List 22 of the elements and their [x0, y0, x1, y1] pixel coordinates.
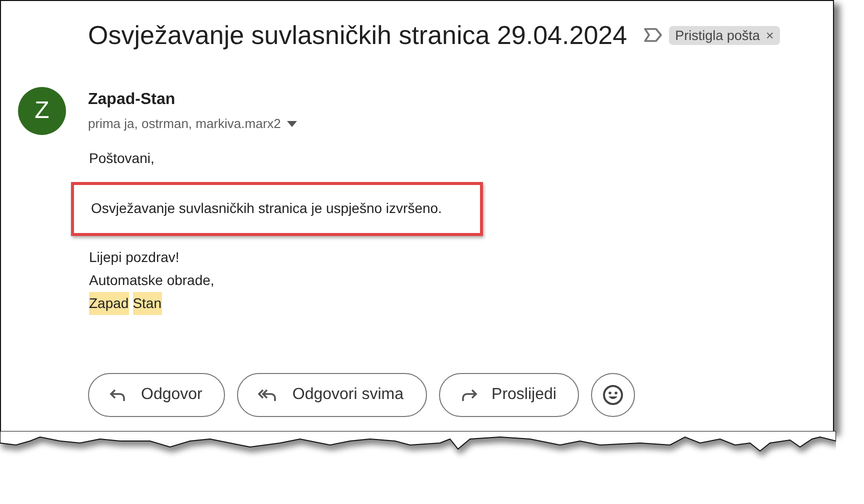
closing-text: Lijepi pozdrav! [89, 248, 180, 267]
reply-button[interactable]: Odgovor [88, 373, 226, 417]
caret-icon[interactable] [286, 120, 297, 126]
avatar: Z [18, 87, 66, 135]
body-text: Poštovani, [89, 149, 156, 168]
reply-icon [109, 388, 127, 402]
remove-label-button[interactable]: × [766, 28, 774, 42]
closing-text: Automatske obrade, [89, 271, 216, 290]
signature-word: Stan [132, 292, 162, 315]
forward-button[interactable]: Proslijedi [438, 373, 580, 417]
email-subject: Osvježavanje suvlasničkih stranica 29.04.2024 [88, 20, 628, 50]
reply-all-button[interactable]: Odgovori svima [237, 373, 427, 417]
emoji-button[interactable] [591, 373, 636, 417]
smiley-icon [602, 384, 624, 406]
reply-all-icon [258, 388, 278, 402]
label-icon[interactable] [643, 27, 664, 43]
sender-name: Zapad-Stan [88, 91, 176, 109]
label-name: Pristigla pošta [675, 28, 760, 42]
signature-word: Zapad [89, 292, 129, 315]
forward-icon [460, 388, 478, 402]
body-text: Osvježavanje suvlasničkih stranica je uspješno izvršeno. [91, 199, 443, 218]
recipients: prima ja, ostrman, markiva.marx2 [88, 116, 281, 131]
